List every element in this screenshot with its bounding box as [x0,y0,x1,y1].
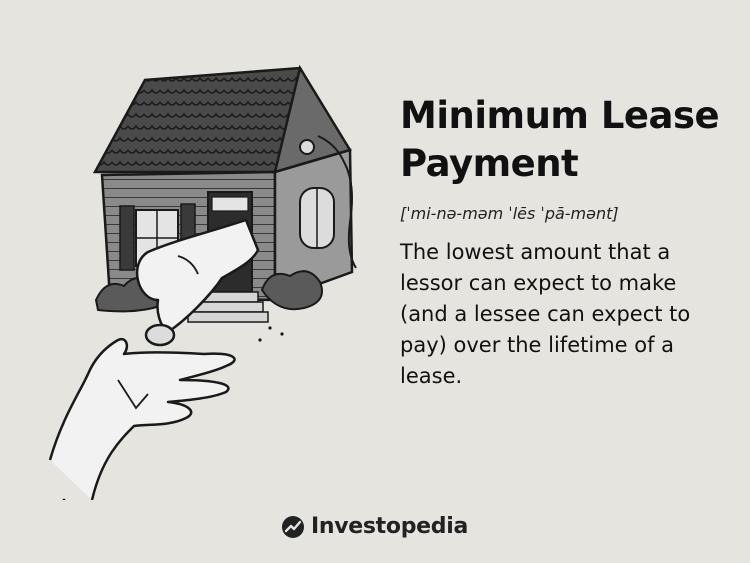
open-palm [48,337,236,500]
term-pronunciation: [ˈmi-nə-məm ˈlēs ˈpā-mənt] [400,204,619,223]
term-title: Minimum Lease Payment [400,94,720,185]
house-with-hands-illustration [48,64,357,500]
term-definition: The lowest amount that a lessor can expe… [400,240,691,388]
brand-footer: Investopedia [0,514,750,539]
term-definition-block: Minimum Lease Payment [ˈmi-nə-məm ˈlēs ˈ… [400,92,730,392]
roof [92,64,352,174]
investopedia-logo-icon [281,515,304,538]
brand-name: Investopedia [310,514,469,539]
